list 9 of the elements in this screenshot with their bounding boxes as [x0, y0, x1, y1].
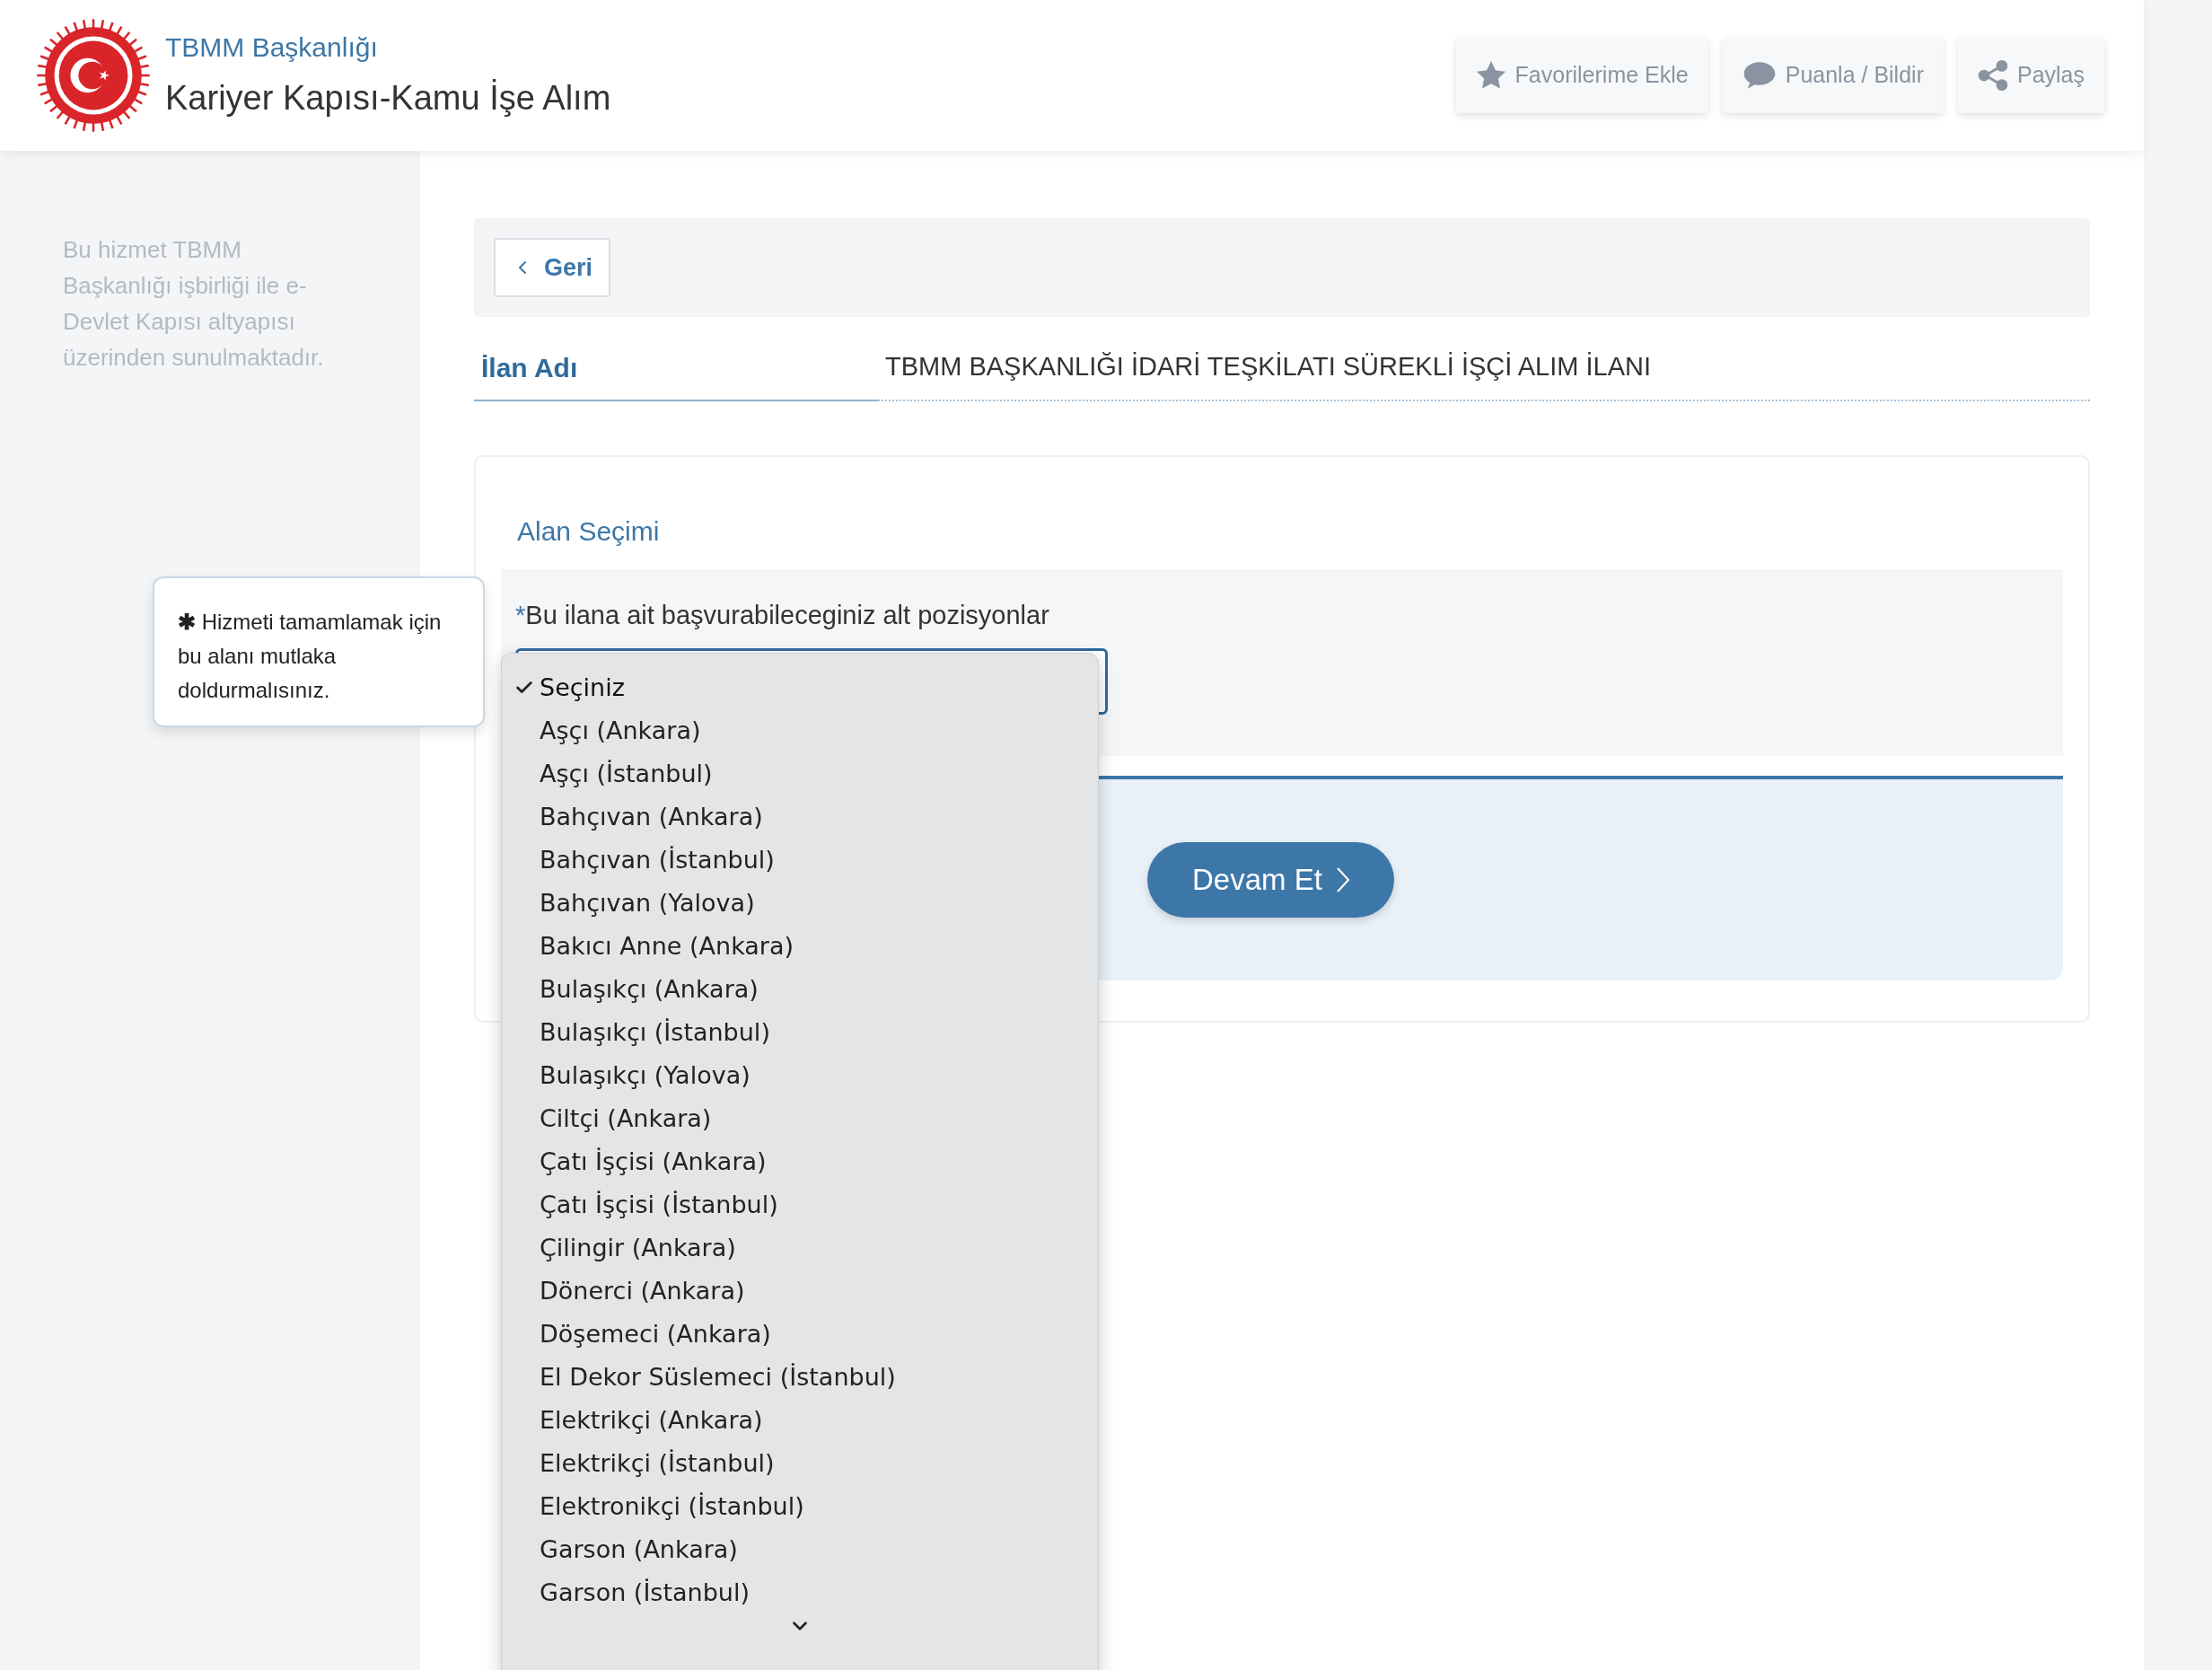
required-mark: *	[515, 600, 526, 631]
page-title: Kariyer Kapısı-Kamu İşe Alım	[165, 78, 611, 119]
listing-label: İlan Adı	[474, 347, 878, 401]
agency-name: TBMM Başkanlığı	[165, 31, 379, 64]
field-label: Bu ilana ait başvurabileceginiz alt pozisyonlar	[525, 600, 1049, 631]
tooltip-text: ✱ Hizmeti tamamlamak için bu alanı mutlaka doldurmalısınız.	[178, 609, 443, 704]
sidebar-note: Bu hizmet TBMM Başkanlığı işbirliği ile e-Devlet Kapısı altyapısı üzerinden sunulmaktadır.	[63, 235, 325, 373]
section-title: Alan Seçimi	[516, 515, 661, 548]
listing-value: TBMM BAŞKANLIĞI İDARİ TEŞKİLATI SÜREKLİ İŞÇİ ALIM İLANI	[878, 347, 2090, 401]
